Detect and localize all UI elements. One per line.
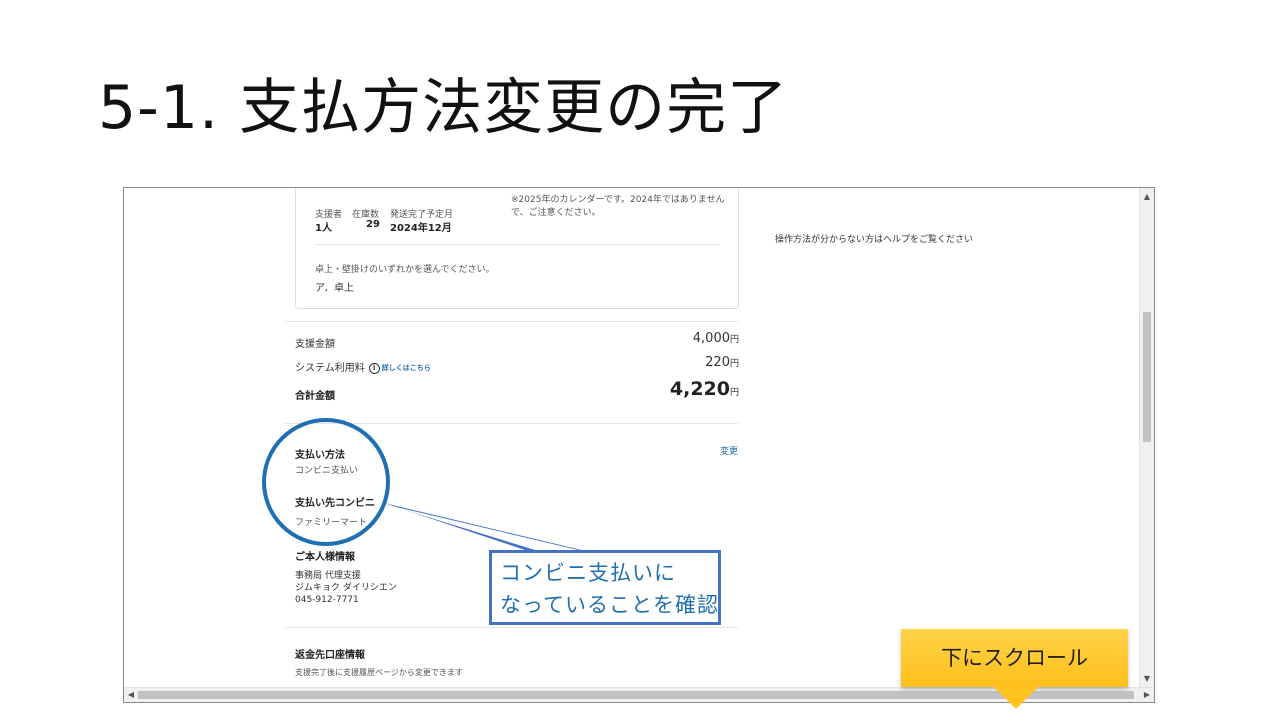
reward-card: 支援者 在庫数 発送完了予定月 1人 29 2024年12月 ※2025年のカレ…: [295, 188, 739, 309]
stock-value: 29: [366, 219, 380, 230]
option-answer: ア．卓上: [315, 283, 354, 294]
info-icon: i: [368, 362, 380, 374]
card-divider: [315, 244, 719, 245]
system-fee-label: システム利用料 i 詳しくはこちら: [295, 362, 431, 374]
support-amount-value: 4,000円: [692, 331, 739, 346]
amount-divider-top: [285, 321, 738, 322]
option-question: 卓上・壁掛けのいずれかを選んでください。: [315, 265, 495, 275]
personal-info: 事務局 代理支援 ジムキョク ダイリシエン 045-912-7771: [295, 571, 397, 605]
total-value: 4,220円: [669, 378, 739, 400]
horizontal-scroll-thumb[interactable]: [138, 691, 1134, 699]
personal-divider: [285, 627, 738, 628]
slide-title: 5-1. 支払方法変更の完了: [98, 73, 789, 143]
scroll-right-icon[interactable]: ▶: [1140, 688, 1154, 702]
vertical-scroll-thumb[interactable]: [1143, 312, 1151, 442]
down-arrow-icon: [994, 687, 1038, 709]
scroll-down-icon[interactable]: ▼: [1140, 672, 1154, 686]
help-text: 操作方法が分からない方はヘルプをご覧ください: [775, 235, 974, 245]
scroll-left-icon[interactable]: ◀: [124, 688, 138, 702]
supporters-value: 1人: [315, 223, 332, 234]
calendar-note: ※2025年のカレンダーです。2024年ではありません で、ご注意ください。: [511, 195, 725, 218]
callout-box: コンビニ支払いに なっていることを確認: [489, 550, 721, 625]
support-amount-label: 支援金額: [295, 339, 335, 350]
change-payment-link[interactable]: 変更: [720, 444, 738, 457]
ship-value: 2024年12月: [390, 223, 452, 234]
highlight-circle: [262, 418, 390, 546]
personal-info-title: ご本人様情報: [295, 552, 355, 563]
scroll-note: 下にスクロール: [901, 629, 1128, 687]
refund-text: 支援完了後に支援履歴ページから変更できます: [295, 668, 463, 677]
scroll-up-icon[interactable]: ▲: [1140, 190, 1154, 204]
vertical-scrollbar[interactable]: ▲ ▼: [1139, 188, 1154, 688]
refund-title: 返金先口座情報: [295, 650, 365, 661]
system-fee-value: 220円: [705, 355, 739, 370]
system-fee-link[interactable]: 詳しくはこちら: [382, 364, 431, 372]
total-label: 合計金額: [295, 391, 335, 402]
